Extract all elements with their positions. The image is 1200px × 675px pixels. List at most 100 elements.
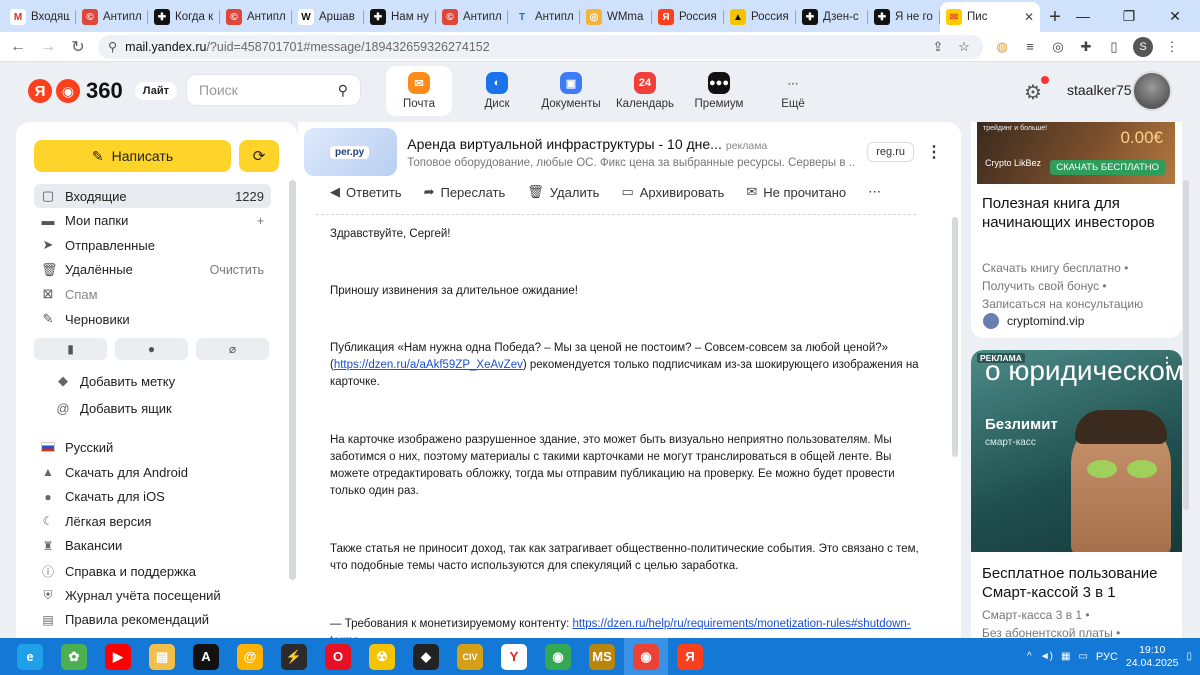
browser-tab[interactable]: © Антипл xyxy=(220,2,292,32)
ad1-cta-button[interactable]: СКАЧАТЬ БЕСПЛАТНО xyxy=(1050,160,1165,175)
bookmark-star-icon[interactable]: ☆ xyxy=(955,38,973,56)
footer-link[interactable]: ⛨ Журнал учёта посещений xyxy=(41,588,220,603)
ad-domain[interactable]: reg.ru xyxy=(867,142,914,162)
service-2[interactable]: ▣ Документы xyxy=(534,66,608,116)
message-scrollbar[interactable] xyxy=(952,217,958,457)
folder-draft[interactable]: ✎ Черновики xyxy=(34,307,271,331)
footer-link[interactable]: ▲ Скачать для Android xyxy=(41,465,188,480)
add-mailbox-link[interactable]: @ Добавить ящик xyxy=(56,401,171,416)
extension-bars-icon[interactable]: ≡ xyxy=(1021,38,1039,56)
search-icon[interactable]: ⚲ xyxy=(338,82,348,99)
address-bar[interactable]: ⚲ mail.yandex.ru/?uid=458701701#message/… xyxy=(98,34,983,59)
browser-tab[interactable]: ✚ Нам ну xyxy=(364,2,436,32)
profile-avatar[interactable]: S xyxy=(1133,36,1153,57)
battery-icon[interactable]: ▭ xyxy=(1078,651,1087,662)
taskbar-item[interactable]: Я xyxy=(668,638,712,675)
dzen-article-link[interactable]: https://dzen.ru/a/aAkf59ZP_XeAvZev xyxy=(334,359,523,371)
browser-tab[interactable]: © Антипл xyxy=(436,2,508,32)
footer-link[interactable]: ♜ Вакансии xyxy=(41,538,123,553)
footer-link[interactable]: Русский xyxy=(41,440,113,455)
reload-icon[interactable]: ↻ xyxy=(68,37,88,57)
footer-link[interactable]: ▤ Правила рекомендаций xyxy=(41,612,209,627)
folder-spam[interactable]: ⊠ Спам xyxy=(34,282,271,306)
browser-tab[interactable]: ▲ Россия xyxy=(724,2,796,32)
browser-tab[interactable]: ✚ Я не го xyxy=(868,2,940,32)
service-3[interactable]: 24 Календарь xyxy=(608,66,682,116)
refresh-button[interactable]: ⟳ xyxy=(239,140,279,172)
taskbar-item[interactable]: ✿ xyxy=(52,638,96,675)
taskbar-item[interactable]: e xyxy=(8,638,52,675)
taskbar-item[interactable]: ◆ xyxy=(404,638,448,675)
add-label-link[interactable]: ◆ Добавить метку xyxy=(56,373,175,389)
browser-tab[interactable]: ✚ Когда к xyxy=(148,2,220,32)
taskbar-item[interactable]: A xyxy=(184,638,228,675)
compose-button[interactable]: ✎ Написать xyxy=(34,140,231,172)
back-icon[interactable]: ← xyxy=(8,38,28,56)
site-info-icon[interactable]: ⚲ xyxy=(108,39,117,54)
folder-trash[interactable]: 🗑 Удалённые Очистить xyxy=(34,258,271,282)
browser-tab[interactable]: ◎ WMma xyxy=(580,2,652,32)
minimize-button[interactable]: — xyxy=(1060,0,1106,32)
taskbar-item[interactable]: @ xyxy=(228,638,272,675)
ad-link[interactable]: Получить свой бонус • xyxy=(982,277,1143,295)
browser-tab[interactable]: ✚ Дзен-с xyxy=(796,2,868,32)
ad-link[interactable]: Без абонентской платы • xyxy=(982,624,1120,638)
ad-link[interactable]: Смарт-касса 3 в 1 • xyxy=(982,606,1120,624)
footer-link[interactable]: ● Скачать для iOS xyxy=(41,489,164,504)
taskbar-item[interactable]: ◉ xyxy=(536,638,580,675)
message-ad-banner[interactable]: рег.ру Аренда виртуальной инфраструктуры… xyxy=(304,128,942,176)
browser-tab[interactable]: M Входящ xyxy=(4,2,76,32)
quick-filter-button[interactable]: ▮ xyxy=(34,338,107,360)
search-input[interactable]: Поиск ⚲ xyxy=(186,74,361,106)
reply-button[interactable]: ◀ Ответить xyxy=(330,184,402,200)
service-5[interactable]: ⋯ Ещё xyxy=(756,66,830,116)
browser-menu-icon[interactable]: ⋮ xyxy=(1163,38,1181,56)
maximize-button[interactable]: ❐ xyxy=(1106,0,1152,32)
network-icon[interactable]: ▦ xyxy=(1061,651,1070,662)
forward-button[interactable]: ➦ Переслать xyxy=(424,184,506,200)
avatar[interactable] xyxy=(1132,71,1172,111)
browser-tab[interactable]: © Антипл xyxy=(76,2,148,32)
footer-link[interactable]: ☾ Лёгкая версия xyxy=(41,514,152,529)
right-column-scrollbar[interactable] xyxy=(1183,180,1189,510)
taskbar-item[interactable]: MS xyxy=(580,638,624,675)
taskbar-item[interactable]: ◉ xyxy=(624,638,668,675)
close-window-button[interactable]: ✕ xyxy=(1152,0,1198,32)
browser-tab[interactable]: T Антипл xyxy=(508,2,580,32)
folder-send[interactable]: ➤ Отправленные xyxy=(34,233,271,257)
service-0[interactable]: ✉ Почта xyxy=(386,66,452,116)
folder-action[interactable]: + xyxy=(257,214,264,228)
browser-tab[interactable]: ✉ Пис ✕ xyxy=(940,2,1040,32)
volume-icon[interactable]: ◄) xyxy=(1040,651,1053,662)
archive-button[interactable]: ▭ Архивировать xyxy=(621,184,724,200)
quick-filter-button[interactable]: ⌀ xyxy=(196,338,269,360)
language-indicator[interactable]: РУС xyxy=(1096,651,1118,663)
right-ad-crypto[interactable]: трейдинг и больше! 0.00€ Crypto LikBez С… xyxy=(971,122,1182,338)
quick-filter-button[interactable]: ● xyxy=(115,338,188,360)
clock[interactable]: 19:10 24.04.2025 xyxy=(1126,644,1179,670)
folder-inbox[interactable]: ▢ Входящие 1229 xyxy=(34,184,271,208)
extensions-puzzle-icon[interactable]: ✚ xyxy=(1077,38,1095,56)
ad-more-icon[interactable]: ⋮ xyxy=(926,142,942,162)
service-4[interactable]: ●●● Премиум xyxy=(682,66,756,116)
tray-chevron-icon[interactable]: ^ xyxy=(1027,651,1032,662)
right-ad-smart-kassa[interactable]: о юридическом лице РЕКЛАМА Безлимит смар… xyxy=(971,350,1182,638)
browser-tab[interactable]: Я Россия xyxy=(652,2,724,32)
unread-button[interactable]: ✉ Не прочитано xyxy=(746,184,846,200)
taskbar-item[interactable]: ▤ xyxy=(140,638,184,675)
delete-button[interactable]: 🗑 Удалить xyxy=(527,184,599,200)
notifications-icon[interactable]: ▯ xyxy=(1186,651,1192,662)
taskbar-item[interactable]: Y xyxy=(492,638,536,675)
ad-link[interactable]: Записаться на консультацию xyxy=(982,295,1143,313)
username[interactable]: staalker75 xyxy=(1067,82,1132,98)
forward-icon[interactable]: → xyxy=(38,38,58,56)
service-1[interactable]: ◐ Диск xyxy=(460,66,534,116)
yandex-360-logo[interactable]: Я ◉ 360 Лайт xyxy=(28,78,177,104)
taskbar-item[interactable]: CIV xyxy=(448,638,492,675)
extension-cookie-icon[interactable]: ◍ xyxy=(993,38,1011,56)
sidebar-scrollbar[interactable] xyxy=(289,180,296,580)
taskbar-item[interactable]: ☢ xyxy=(360,638,404,675)
extension-globe-icon[interactable]: ◎ xyxy=(1049,38,1067,56)
more-actions-button[interactable]: ⋯ xyxy=(868,184,881,200)
taskbar-item[interactable]: O xyxy=(316,638,360,675)
